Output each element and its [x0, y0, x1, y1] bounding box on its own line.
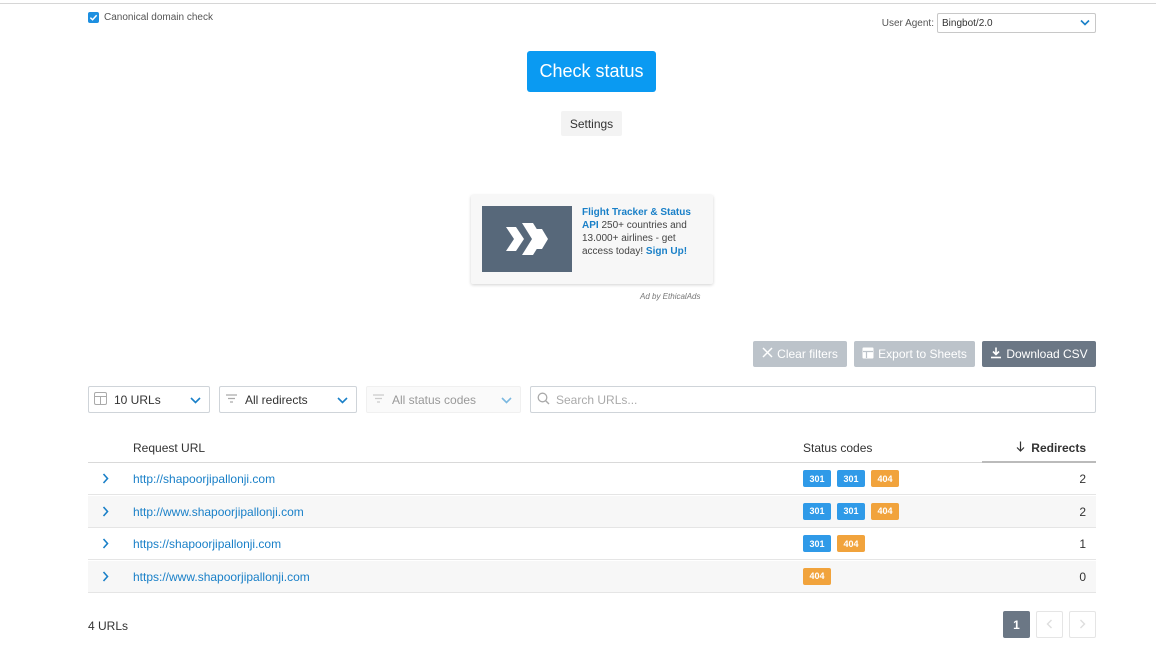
sort-down-arrow-icon — [1016, 441, 1025, 455]
status-badge-404[interactable]: 404 — [871, 470, 899, 487]
column-redirects-label: Redirects — [1031, 441, 1086, 455]
ad-text[interactable]: Flight Tracker & Status API 250+ countri… — [582, 206, 704, 258]
status-badge-301[interactable]: 301 — [837, 502, 865, 520]
total-urls-count: 4 URLs — [88, 619, 129, 633]
download-icon — [990, 347, 1002, 362]
ad-logo-image[interactable] — [482, 206, 572, 272]
close-icon — [762, 347, 773, 361]
expand-chevron-icon[interactable] — [102, 538, 109, 552]
chevron-down-icon — [190, 393, 201, 407]
user-agent-label: User Agent: — [881, 17, 934, 29]
chevron-left-icon — [1046, 618, 1053, 632]
page-1-button[interactable]: 1 — [1003, 611, 1030, 638]
status-codes-filter-value: All status codes — [392, 392, 477, 407]
status-badge-404[interactable]: 404 — [871, 502, 899, 520]
table-row[interactable]: https://shapoorjipallonji.com 301 404 1 — [88, 528, 1096, 560]
sheets-icon — [862, 347, 874, 362]
status-badge-301[interactable]: 301 — [803, 535, 831, 552]
table-row[interactable]: http://www.shapoorjipallonji.com 301 301 40… — [88, 495, 1096, 528]
status-badge-301[interactable]: 301 — [803, 502, 831, 520]
ad-byline[interactable]: Ad by EthicalAds — [640, 292, 700, 301]
table-row[interactable]: http://shapoorjipallonji.com 301 301 404 2 — [88, 463, 1096, 495]
search-placeholder: Search URLs... — [556, 392, 638, 407]
status-badge-301[interactable]: 301 — [837, 470, 865, 487]
redirects-count: 2 — [1079, 472, 1086, 486]
search-urls-field[interactable]: Search URLs... — [530, 386, 1096, 413]
previous-page-button[interactable] — [1036, 611, 1063, 638]
redirects-filter-value: All redirects — [245, 392, 308, 407]
status-codes-cell: 301 301 404 — [803, 502, 899, 520]
user-agent-value: Bingbot/2.0 — [942, 17, 993, 29]
urls-count-select[interactable]: 10 URLs — [88, 386, 210, 413]
filter-icon — [372, 393, 385, 407]
chevron-right-icon — [1079, 618, 1086, 632]
status-codes-cell: 301 301 404 — [803, 470, 899, 487]
urls-count-value: 10 URLs — [114, 392, 161, 407]
settings-button[interactable]: Settings — [561, 111, 622, 136]
export-label: Export to Sheets — [878, 347, 967, 361]
chevron-down-icon — [501, 393, 512, 407]
status-badge-404[interactable]: 404 — [837, 535, 865, 552]
table-header: Request URL Status codes Redirects — [88, 434, 1096, 463]
status-codes-cell: 404 — [803, 567, 831, 585]
expand-chevron-icon[interactable] — [102, 505, 109, 520]
canonical-domain-check[interactable]: Canonical domain check — [88, 12, 213, 23]
top-divider — [0, 3, 1156, 4]
export-to-sheets-button[interactable]: Export to Sheets — [854, 341, 975, 367]
column-request-url[interactable]: Request URL — [133, 441, 205, 455]
chevron-down-icon — [1080, 18, 1090, 29]
status-codes-cell: 301 404 — [803, 535, 865, 552]
redirects-filter-select[interactable]: All redirects — [219, 386, 357, 413]
download-csv-label: Download CSV — [1006, 347, 1088, 361]
request-url-link[interactable]: http://shapoorjipallonji.com — [133, 472, 275, 486]
redirects-count: 2 — [1079, 504, 1086, 519]
column-redirects[interactable]: Redirects — [1016, 441, 1086, 455]
status-badge-301[interactable]: 301 — [803, 470, 831, 487]
redirects-count: 0 — [1079, 569, 1086, 584]
expand-chevron-icon[interactable] — [102, 570, 109, 585]
ad-cta-link[interactable]: Sign Up! — [646, 246, 687, 257]
ad-card[interactable]: Flight Tracker & Status API 250+ countri… — [471, 195, 713, 284]
clear-filters-label: Clear filters — [777, 347, 838, 361]
status-badge-404[interactable]: 404 — [803, 567, 831, 585]
download-csv-button[interactable]: Download CSV — [982, 341, 1096, 367]
request-url-link[interactable]: https://shapoorjipallonji.com — [133, 537, 281, 551]
status-codes-filter-select[interactable]: All status codes — [366, 386, 521, 413]
request-url-link[interactable]: http://www.shapoorjipallonji.com — [133, 505, 304, 519]
filter-icon — [225, 393, 238, 407]
column-status-codes[interactable]: Status codes — [803, 441, 872, 455]
search-icon — [537, 392, 550, 408]
check-status-button[interactable]: Check status — [527, 51, 656, 92]
next-page-button[interactable] — [1069, 611, 1096, 638]
chevron-down-icon — [337, 393, 348, 407]
user-agent-select[interactable]: Bingbot/2.0 — [937, 13, 1096, 33]
table-row[interactable]: https://www.shapoorjipallonji.com 404 0 — [88, 560, 1096, 593]
user-agent-control: User Agent: Bingbot/2.0 — [882, 13, 1096, 33]
expand-chevron-icon[interactable] — [102, 473, 109, 487]
checkbox-checked-icon[interactable] — [88, 12, 99, 23]
canonical-label: Canonical domain check — [104, 12, 213, 23]
table-icon — [94, 391, 107, 408]
request-url-link[interactable]: https://www.shapoorjipallonji.com — [133, 570, 310, 584]
redirects-count: 1 — [1079, 537, 1086, 551]
clear-filters-button[interactable]: Clear filters — [753, 341, 847, 367]
